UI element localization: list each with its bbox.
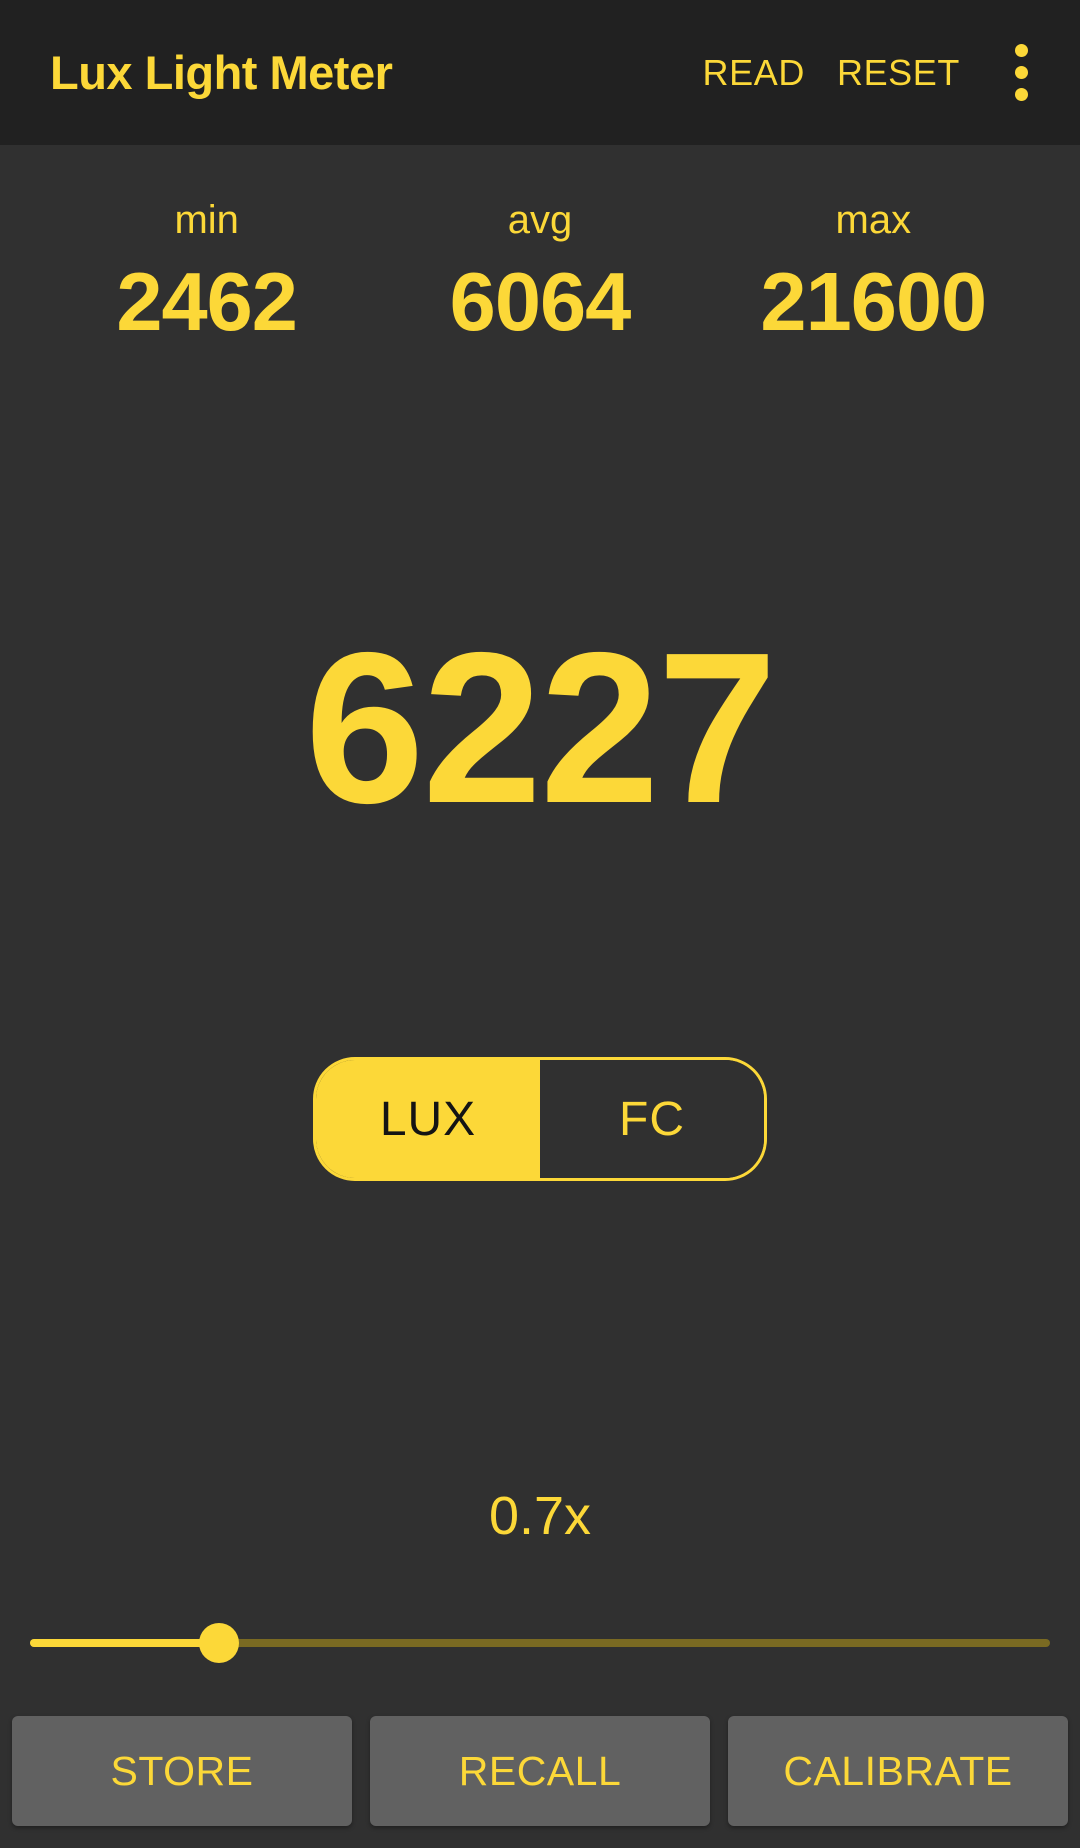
read-button[interactable]: READ [687,38,821,108]
unit-option-lux[interactable]: LUX [316,1060,540,1178]
stat-avg-value: 6064 [449,255,632,348]
slider-fill [30,1639,219,1647]
bottom-action-bar: STORE RECALL CALIBRATE [0,1716,1080,1826]
stat-min-label: min [174,198,239,242]
main-reading-area: 6227 [0,620,1080,835]
recall-button[interactable]: RECALL [370,1716,710,1826]
more-dot [1014,44,1028,57]
stat-max: max 21600 [707,200,1040,345]
more-vertical-icon[interactable] [984,28,1058,118]
multiplier-label: 0.7x [488,1486,592,1546]
stat-min-value: 2462 [116,255,298,348]
unit-toggle[interactable]: LUX FC [313,1057,767,1181]
page-title: Lux Light Meter [50,46,393,99]
slider-thumb[interactable] [198,1623,239,1663]
more-dot [1014,66,1028,79]
more-dot [1014,88,1028,101]
stat-min: min 2462 [40,200,373,345]
unit-option-fc[interactable]: FC [540,1060,764,1178]
stats-row: min 2462 avg 6064 max 21600 [0,145,1080,345]
multiplier-slider[interactable] [30,1608,1050,1678]
calibrate-button[interactable]: CALIBRATE [728,1716,1068,1826]
stat-max-label: max [835,198,912,242]
stat-avg: avg 6064 [373,200,706,345]
reset-button[interactable]: RESET [821,38,976,108]
stat-max-value: 21600 [760,255,987,348]
unit-toggle-wrap: LUX FC [0,1057,1080,1181]
stat-avg-label: avg [507,198,573,242]
app-bar: Lux Light Meter READ RESET [0,0,1080,145]
main-reading-value: 6227 [304,607,777,848]
store-button[interactable]: STORE [12,1716,352,1826]
